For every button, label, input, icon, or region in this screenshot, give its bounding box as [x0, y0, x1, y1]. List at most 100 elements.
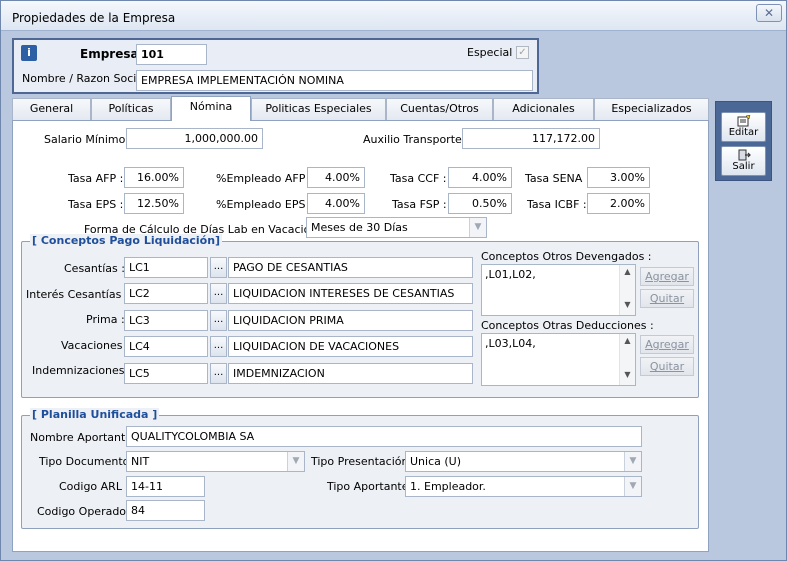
liquidacion-group: [ Conceptos Pago Liquidación] Cesantías …	[21, 234, 699, 398]
nomina-tab-content: Salario Mínimo : 1,000,000.00 Auxilio Tr…	[12, 120, 709, 552]
chevron-down-icon[interactable]: ▼	[287, 452, 304, 471]
prima-lookup-button[interactable]: ...	[210, 310, 227, 331]
devengados-value: ,L01,L02,	[485, 268, 536, 281]
tab-especializados[interactable]: Especializados	[594, 98, 709, 120]
auxilio-transporte-field[interactable]: 117,172.00	[462, 128, 600, 149]
tipo-aportante-select[interactable]: 1. Empleador. ▼	[405, 476, 642, 497]
tab-politicas-especiales[interactable]: Politicas Especiales	[251, 98, 386, 120]
tab-cuentas-otros[interactable]: Cuentas/Otros	[386, 98, 493, 120]
deducciones-agregar-button[interactable]: Agregar	[640, 335, 694, 354]
razon-social-label: Nombre / Razon Social	[22, 72, 147, 85]
forma-calculo-select[interactable]: Meses de 30 Días ▼	[306, 217, 487, 238]
deducciones-quitar-button[interactable]: Quitar	[640, 357, 694, 376]
interes-cesantias-lookup-button[interactable]: ...	[210, 283, 227, 304]
tipo-aportante-label: Tipo Aportante :	[327, 480, 416, 493]
forma-calculo-value: Meses de 30 Días	[311, 221, 408, 234]
prima-label: Prima :	[86, 313, 125, 326]
company-header: i Empresa 101 Especial ✓ Nombre / Razon …	[12, 38, 539, 94]
window-title: Propiedades de la Empresa	[12, 11, 176, 25]
devengados-scrollbar[interactable]: ▲ ▼	[619, 265, 635, 315]
devengados-quitar-button[interactable]: Quitar	[640, 289, 694, 308]
indemnizaciones-code-field[interactable]: LC5	[124, 363, 208, 384]
empleado-afp-label: %Empleado AFP :	[216, 172, 313, 185]
salir-label: Salir	[732, 161, 755, 172]
editar-label: Editar	[728, 127, 759, 138]
chevron-down-icon[interactable]: ▼	[624, 452, 641, 471]
tipo-documento-select[interactable]: NIT ▼	[126, 451, 305, 472]
tasa-eps-field[interactable]: 12.50%	[124, 193, 184, 214]
interes-cesantias-desc-field[interactable]: LIQUIDACION INTERESES DE CESANTIAS	[228, 283, 473, 304]
devengados-label: Conceptos Otros Devengados :	[481, 250, 652, 263]
tasa-icbf-field[interactable]: 2.00%	[587, 193, 650, 214]
tasa-eps-label: Tasa EPS :	[68, 198, 124, 211]
tab-strip: General Políticas Nómina Politicas Espec…	[12, 96, 709, 121]
tasa-afp-field[interactable]: 16.00%	[124, 167, 184, 188]
cesantias-lookup-button[interactable]: ...	[210, 257, 227, 278]
salir-button[interactable]: Salir	[721, 146, 766, 176]
vacaciones-desc-field[interactable]: LIQUIDACION DE VACACIONES	[228, 336, 473, 357]
vacaciones-lookup-button[interactable]: ...	[210, 336, 227, 357]
indemnizaciones-label: Indemnizaciones :	[32, 364, 132, 377]
cesantias-label: Cesantías :	[64, 262, 125, 275]
nombre-aportante-label: Nombre Aportante :	[30, 431, 140, 444]
tipo-aportante-value: 1. Empleador.	[410, 480, 486, 493]
empleado-afp-field[interactable]: 4.00%	[307, 167, 365, 188]
editar-button[interactable]: Editar	[721, 112, 766, 142]
chevron-down-icon[interactable]: ▼	[624, 477, 641, 496]
especial-label: Especial	[467, 46, 513, 59]
tab-politicas[interactable]: Políticas	[91, 98, 171, 120]
vacaciones-label: Vacaciones :	[61, 339, 130, 352]
tasa-sena-label: Tasa SENA :	[525, 172, 590, 185]
tasa-ccf-field[interactable]: 4.00%	[448, 167, 512, 188]
tipo-documento-value: NIT	[131, 455, 150, 468]
empleado-eps-field[interactable]: 4.00%	[307, 193, 365, 214]
cesantias-desc-field[interactable]: PAGO DE CESANTIAS	[228, 257, 473, 278]
tasa-fsp-field[interactable]: 0.50%	[448, 193, 512, 214]
chevron-down-icon[interactable]: ▼	[469, 218, 486, 237]
empleado-eps-label: %Empleado EPS :	[216, 198, 313, 211]
empresa-label: Empresa	[80, 47, 139, 61]
nombre-aportante-field[interactable]: QUALITYCOLOMBIA SA	[126, 426, 642, 447]
interes-cesantias-label: Interés Cesantías :	[26, 288, 129, 301]
planilla-group-title: [ Planilla Unificada ]	[30, 408, 160, 421]
especial-checkbox[interactable]: ✓	[516, 46, 529, 59]
vacaciones-code-field[interactable]: LC4	[124, 336, 208, 357]
tasa-ccf-label: Tasa CCF :	[390, 172, 447, 185]
deducciones-memo[interactable]: ,L03,L04, ▲ ▼	[481, 333, 636, 386]
tipo-documento-label: Tipo Documento :	[39, 455, 137, 468]
edit-icon	[737, 115, 750, 127]
close-button[interactable]: ✕	[756, 4, 782, 22]
properties-window: Propiedades de la Empresa ✕ i Empresa 10…	[0, 0, 787, 561]
tipo-presentacion-label: Tipo Presentación :	[311, 455, 416, 468]
auxilio-transporte-label: Auxilio Transporte :	[363, 133, 469, 146]
indemnizaciones-lookup-button[interactable]: ...	[210, 363, 227, 384]
tasa-sena-field[interactable]: 3.00%	[587, 167, 650, 188]
deducciones-label: Conceptos Otras Deducciones :	[481, 319, 654, 332]
indemnizaciones-desc-field[interactable]: IMDEMNIZACION	[228, 363, 473, 384]
codigo-operador-label: Codigo Operador :	[37, 505, 138, 518]
tab-adicionales[interactable]: Adicionales	[493, 98, 594, 120]
tab-nomina[interactable]: Nómina	[171, 96, 251, 121]
tasa-afp-label: Tasa AFP :	[68, 172, 124, 185]
deducciones-value: ,L03,L04,	[485, 337, 536, 350]
info-icon[interactable]: i	[21, 45, 37, 61]
codigo-arl-label: Codigo ARL :	[59, 480, 130, 493]
codigo-arl-field[interactable]: 14-11	[126, 476, 205, 497]
deducciones-scrollbar[interactable]: ▲ ▼	[619, 334, 635, 385]
salario-minimo-field[interactable]: 1,000,000.00	[126, 128, 263, 149]
empresa-field[interactable]: 101	[136, 44, 207, 65]
devengados-memo[interactable]: ,L01,L02, ▲ ▼	[481, 264, 636, 316]
title-bar: Propiedades de la Empresa ✕	[1, 1, 786, 31]
liquidacion-group-title: [ Conceptos Pago Liquidación]	[30, 234, 223, 247]
razon-social-field[interactable]: EMPRESA IMPLEMENTACIÓN NOMINA	[136, 70, 533, 91]
tipo-presentacion-select[interactable]: Unica (U) ▼	[405, 451, 642, 472]
prima-desc-field[interactable]: LIQUIDACION PRIMA	[228, 310, 473, 331]
tab-general[interactable]: General	[12, 98, 91, 120]
interes-cesantias-code-field[interactable]: LC2	[124, 283, 208, 304]
cesantias-code-field[interactable]: LC1	[124, 257, 208, 278]
codigo-operador-field[interactable]: 84	[126, 500, 205, 521]
prima-code-field[interactable]: LC3	[124, 310, 208, 331]
tasa-fsp-label: Tasa FSP :	[392, 198, 447, 211]
action-panel: Editar Salir	[715, 101, 772, 181]
devengados-agregar-button[interactable]: Agregar	[640, 267, 694, 286]
